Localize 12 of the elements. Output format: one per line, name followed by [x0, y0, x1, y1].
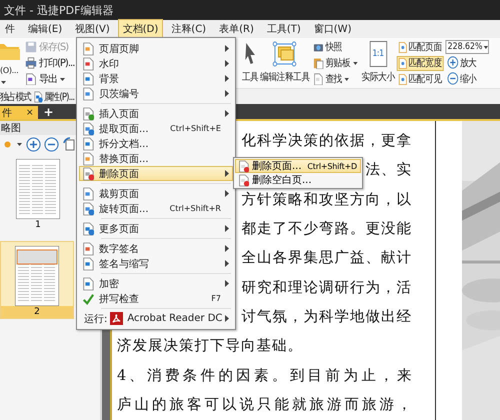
- document-text: 济发展决策打下导向基础。: [117, 339, 303, 354]
- document-text: 庐山的旅客可以说只能就旅游而旅游，: [117, 398, 412, 413]
- window-title: 文件 - 迅捷PDF编辑器: [4, 2, 114, 18]
- actual-size-icon: 1:1: [369, 41, 387, 67]
- document-text: 都走了不少弯路。更没能: [242, 222, 412, 238]
- document-text: 方针策略和攻坚方向，以: [242, 192, 412, 208]
- document-text: 讨气氛，为科学地做出经: [242, 310, 412, 325]
- document-text: 法、实: [366, 163, 412, 178]
- document-text: 研究和理论调研行为，活: [242, 280, 412, 296]
- document-text: 4、消费条件的因素。到目前为止，来: [117, 368, 412, 384]
- document-text: 化科学决策的依据，更拿: [242, 134, 412, 150]
- document-text: 全山各界集思广益、献计: [242, 251, 412, 266]
